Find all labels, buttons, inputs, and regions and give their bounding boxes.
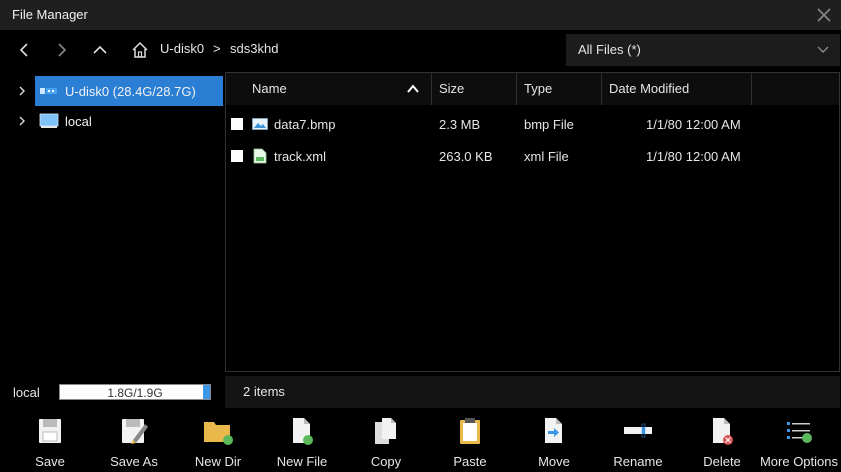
monitor-icon (39, 113, 59, 128)
new-file-button[interactable]: New File (260, 410, 344, 472)
home-icon[interactable] (130, 40, 150, 60)
file-type-filter-value: All Files (*) (578, 42, 641, 57)
more-options-button[interactable]: More Options (757, 410, 841, 472)
rename-button-label: Rename (613, 454, 663, 469)
column-divider[interactable] (516, 73, 517, 105)
drive-tree: U-disk0 (28.4G/28.7G) local (5, 72, 223, 372)
column-size[interactable]: Size (439, 81, 464, 96)
delete-icon (713, 418, 733, 445)
delete-button-label: Delete (703, 454, 741, 469)
item-count: 2 items (243, 384, 285, 399)
delete-button[interactable]: Delete (680, 410, 764, 472)
more-options-button-label: More Options (759, 454, 839, 469)
rename-button[interactable]: Rename (596, 410, 680, 472)
file-size: 263.0 KB (439, 149, 493, 164)
file-checkbox[interactable] (231, 150, 243, 162)
copy-button-label: Copy (370, 454, 402, 469)
tree-item-label: U-disk0 (28.4G/28.7G) (65, 84, 196, 99)
copy-icon (375, 418, 396, 444)
save-as-button[interactable]: Save As (92, 410, 176, 472)
item-count-status: 2 items (225, 376, 840, 408)
sort-ascending-icon[interactable] (406, 83, 420, 95)
column-date-modified[interactable]: Date Modified (609, 81, 689, 96)
file-date: 1/1/80 12:00 AM (646, 117, 741, 132)
storage-usage-text: 1.8G/1.9G (107, 386, 163, 400)
column-divider[interactable] (751, 73, 752, 105)
image-file-icon (252, 118, 268, 130)
move-button[interactable]: Move (512, 410, 596, 472)
window-title: File Manager (12, 7, 88, 22)
copy-button[interactable]: Copy (344, 410, 428, 472)
more-options-icon (787, 422, 812, 443)
paste-icon (460, 418, 480, 444)
column-name[interactable]: Name (252, 81, 287, 96)
new-dir-button-label: New Dir (194, 454, 242, 469)
back-icon[interactable] (14, 40, 34, 60)
save-button-label: Save (35, 454, 65, 469)
save-icon (39, 419, 61, 443)
file-name: track.xml (274, 149, 326, 164)
breadcrumb-item-udisk[interactable]: U-disk0 (160, 41, 204, 56)
expand-arrow-icon[interactable] (17, 115, 27, 127)
file-type: bmp File (524, 117, 574, 132)
paste-button-label: Paste (453, 454, 487, 469)
move-icon (545, 418, 562, 443)
file-size: 2.3 MB (439, 117, 481, 132)
file-checkbox[interactable] (231, 118, 243, 130)
new-dir-icon (204, 422, 233, 445)
save-as-icon (122, 419, 148, 444)
close-icon[interactable] (813, 4, 835, 26)
file-row[interactable]: data7.bmp 2.3 MB bmp File 1/1/80 12:00 A… (226, 109, 839, 139)
title-bar: File Manager (0, 0, 841, 30)
file-date: 1/1/80 12:00 AM (646, 149, 741, 164)
paste-button[interactable]: Paste (428, 410, 512, 472)
chevron-down-icon (817, 46, 829, 53)
save-button[interactable]: Save (8, 410, 92, 472)
breadcrumb-separator: > (213, 41, 221, 56)
usb-drive-icon (40, 88, 57, 94)
storage-status: local 1.8G/1.9G (5, 376, 223, 408)
tree-item-local[interactable]: local (5, 106, 223, 136)
storage-usage-bar: 1.8G/1.9G (59, 384, 211, 400)
new-dir-button[interactable]: New Dir (176, 410, 260, 472)
tree-item-udisk[interactable]: U-disk0 (28.4G/28.7G) (5, 76, 223, 106)
column-divider[interactable] (601, 73, 602, 105)
tree-item-label: local (65, 114, 92, 129)
expand-arrow-icon[interactable] (17, 85, 27, 97)
file-type-filter[interactable]: All Files (*) (566, 34, 840, 66)
file-row[interactable]: track.xml 263.0 KB xml File 1/1/80 12:00… (226, 141, 839, 171)
file-type: xml File (524, 149, 569, 164)
save-as-button-label: Save As (110, 454, 158, 469)
file-list-header: Name Size Type Date Modified (226, 73, 839, 105)
storage-label: local (13, 385, 40, 400)
rename-icon (624, 423, 652, 438)
move-button-label: Move (538, 454, 570, 469)
new-file-icon (293, 418, 313, 445)
xml-file-icon (253, 148, 267, 164)
file-name: data7.bmp (274, 117, 336, 132)
bottom-toolbar: Save Save As New Dir New File Copy Paste… (0, 410, 841, 472)
file-list: Name Size Type Date Modified data7.bmp 2… (225, 72, 840, 372)
breadcrumb-item-folder[interactable]: sds3khd (230, 41, 278, 56)
forward-icon[interactable] (52, 40, 72, 60)
up-icon[interactable] (90, 40, 110, 60)
column-type[interactable]: Type (524, 81, 552, 96)
column-divider[interactable] (431, 73, 432, 105)
new-file-button-label: New File (276, 454, 328, 469)
